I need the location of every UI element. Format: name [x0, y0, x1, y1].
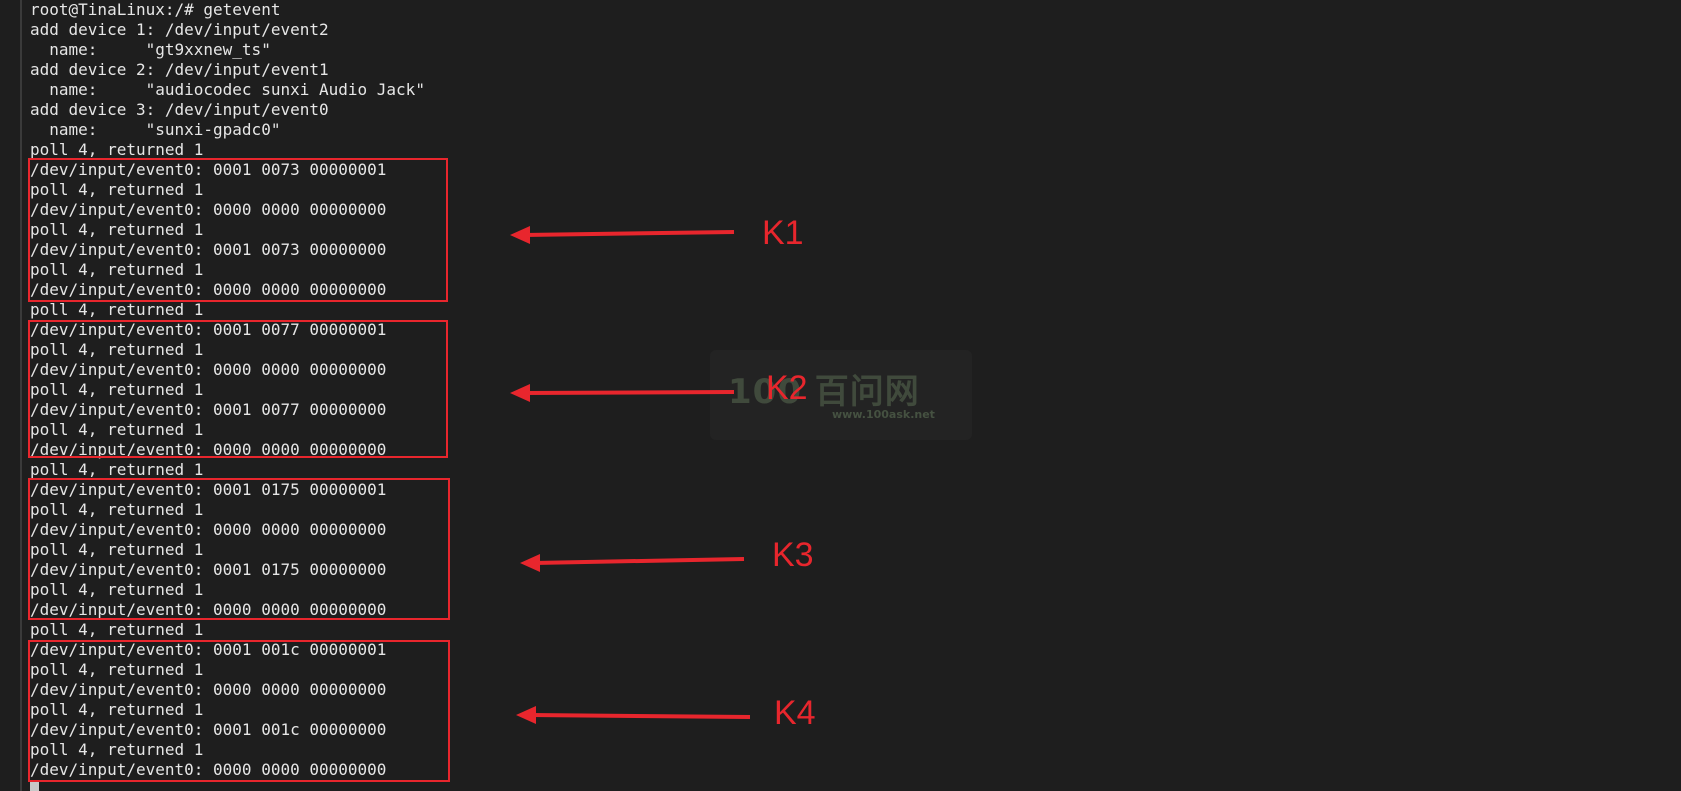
watermark: 100 百问网 www.100ask.net: [710, 350, 972, 440]
highlight-box-k4: [28, 640, 450, 782]
highlight-box-k1: [28, 158, 448, 302]
terminal-line: add device 2: /dev/input/event1: [30, 60, 329, 79]
highlight-box-k3: [28, 478, 450, 620]
terminal-left-border: [20, 0, 22, 791]
label-k2: K2: [766, 369, 808, 407]
arrow-k1: [510, 226, 735, 244]
arrow-k3: [520, 554, 745, 572]
terminal-line: name: "audiocodec sunxi Audio Jack": [30, 80, 425, 99]
terminal-line: name: "sunxi-gpadc0": [30, 120, 281, 139]
terminal-line: root@TinaLinux:/# getevent: [30, 0, 281, 19]
terminal-line: poll 4, returned 1: [30, 620, 204, 639]
terminal-line: poll 4, returned 1: [30, 300, 204, 319]
arrow-k2: [510, 384, 735, 402]
terminal-line: add device 3: /dev/input/event0: [30, 100, 329, 119]
terminal-cursor: [30, 781, 39, 791]
arrow-k4: [516, 706, 751, 724]
terminal-line: poll 4, returned 1: [30, 140, 204, 159]
terminal-line: poll 4, returned 1: [30, 460, 204, 479]
label-k3: K3: [772, 536, 814, 574]
label-k1: K1: [762, 214, 804, 252]
watermark-url: www.100ask.net: [832, 408, 935, 421]
highlight-box-k2: [28, 320, 448, 458]
terminal-line: add device 1: /dev/input/event2: [30, 20, 329, 39]
label-k4: K4: [774, 694, 816, 732]
terminal-line: name: "gt9xxnew_ts": [30, 40, 271, 59]
watermark-logo: 100 百问网: [728, 372, 920, 412]
